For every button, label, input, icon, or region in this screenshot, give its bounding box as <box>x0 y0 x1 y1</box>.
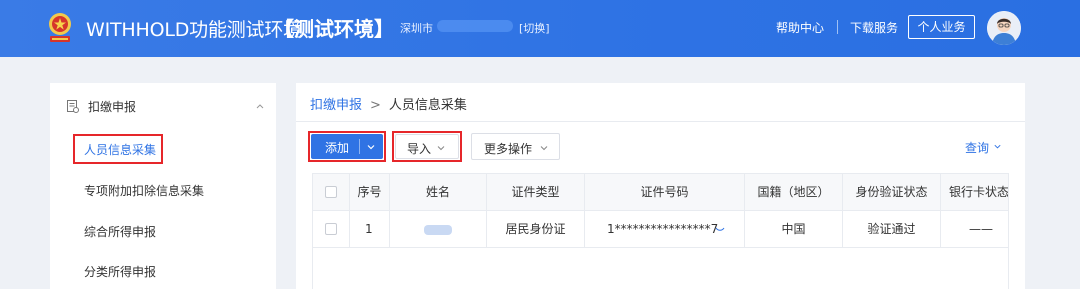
query-toggle[interactable]: 查询 <box>965 139 989 156</box>
cell-name <box>390 211 487 248</box>
redacted-name <box>424 224 452 235</box>
breadcrumb-current: 人员信息采集 <box>388 98 467 113</box>
column-header-id-type: 证件类型 <box>487 174 585 211</box>
chevron-up-icon[interactable] <box>255 101 265 111</box>
sidebar-item-personnel-info[interactable]: 人员信息采集 <box>50 131 276 167</box>
more-actions-button[interactable]: 更多操作 <box>471 133 560 160</box>
sidebar-group-withholding[interactable]: 扣缴申报 <box>50 83 276 129</box>
personal-business-button[interactable]: 个人业务 <box>908 15 975 39</box>
avatar[interactable] <box>987 11 1021 45</box>
app-title: WITHHOLD功能测试环境 <box>86 19 302 41</box>
select-all-checkbox[interactable] <box>325 186 337 198</box>
cell-id-number: 1****************7 <box>585 211 745 248</box>
main-panel: 扣缴申报 > 人员信息采集 添加 导入 更多操作 查询 序号 姓名 证件类型 证… <box>296 83 1025 289</box>
personnel-table: 序号 姓名 证件类型 证件号码 国籍（地区） 身份验证状态 银行卡状态 1 居民… <box>312 173 1009 289</box>
breadcrumb-separator: > <box>370 98 381 113</box>
breadcrumb-parent-link[interactable]: 扣缴申报 <box>310 98 362 113</box>
document-icon <box>67 100 79 113</box>
redacted-unit-name <box>437 20 513 32</box>
user-avatar-icon <box>987 11 1021 45</box>
environment-tag: 【测试环境】 <box>274 17 394 41</box>
sidebar-item-label: 人员信息采集 <box>84 143 157 157</box>
column-header-id-number: 证件号码 <box>585 174 745 211</box>
download-service-link[interactable]: 下载服务 <box>850 19 898 36</box>
column-header-seq: 序号 <box>350 174 390 211</box>
header-divider <box>837 20 838 34</box>
highlight-box <box>392 131 462 162</box>
cell-id-type: 居民身份证 <box>487 211 585 248</box>
breadcrumb: 扣缴申报 > 人员信息采集 <box>310 94 467 113</box>
cell-verify-status: 验证通过 <box>843 211 941 248</box>
sidebar: 扣缴申报 人员信息采集 专项附加扣除信息采集 综合所得申报 分类所得申报 <box>50 83 276 289</box>
national-emblem-icon <box>49 13 71 42</box>
chevron-down-icon <box>540 146 548 151</box>
cell-seq: 1 <box>350 211 390 248</box>
divider <box>296 121 1025 122</box>
column-header-bank-status: 银行卡状态 <box>949 185 1009 199</box>
row-select-cell <box>313 211 350 248</box>
top-header: WITHHOLD功能测试环境 【测试环境】 深圳市 [切换] 帮助中心 下载服务… <box>0 0 1080 57</box>
sidebar-item-label: 分类所得申报 <box>84 265 157 279</box>
column-header-name: 姓名 <box>390 174 487 211</box>
sidebar-item-special-deduction[interactable]: 专项附加扣除信息采集 <box>50 172 276 208</box>
column-header-verify-status: 身份验证状态 <box>843 174 941 211</box>
switch-unit-link[interactable]: [切换] <box>519 20 550 36</box>
help-center-link[interactable]: 帮助中心 <box>776 19 824 36</box>
cell-nationality: 中国 <box>745 211 843 248</box>
chevron-down-icon[interactable] <box>993 142 1002 151</box>
table-row[interactable]: 1 居民身份证 1****************7 中国 验证通过 —— <box>313 211 1008 248</box>
id-number-text: 1****************7 <box>607 222 719 236</box>
sidebar-group-label: 扣缴申报 <box>88 100 137 114</box>
table-header: 序号 姓名 证件类型 证件号码 国籍（地区） 身份验证状态 银行卡状态 <box>313 174 1009 211</box>
column-header-nationality: 国籍（地区） <box>745 174 843 211</box>
eye-closed-icon[interactable] <box>715 225 725 233</box>
sidebar-item-comprehensive-income[interactable]: 综合所得申报 <box>50 213 276 249</box>
more-actions-label: 更多操作 <box>484 142 533 156</box>
sidebar-item-classified-income[interactable]: 分类所得申报 <box>50 253 276 289</box>
sidebar-item-label: 综合所得申报 <box>84 225 157 239</box>
cell-bank-status: —— <box>969 222 993 236</box>
row-checkbox[interactable] <box>325 223 337 235</box>
city-name: 深圳市 <box>400 22 433 35</box>
select-all-cell <box>313 174 350 211</box>
highlight-box <box>308 131 386 162</box>
sidebar-item-label: 专项附加扣除信息采集 <box>84 184 205 198</box>
